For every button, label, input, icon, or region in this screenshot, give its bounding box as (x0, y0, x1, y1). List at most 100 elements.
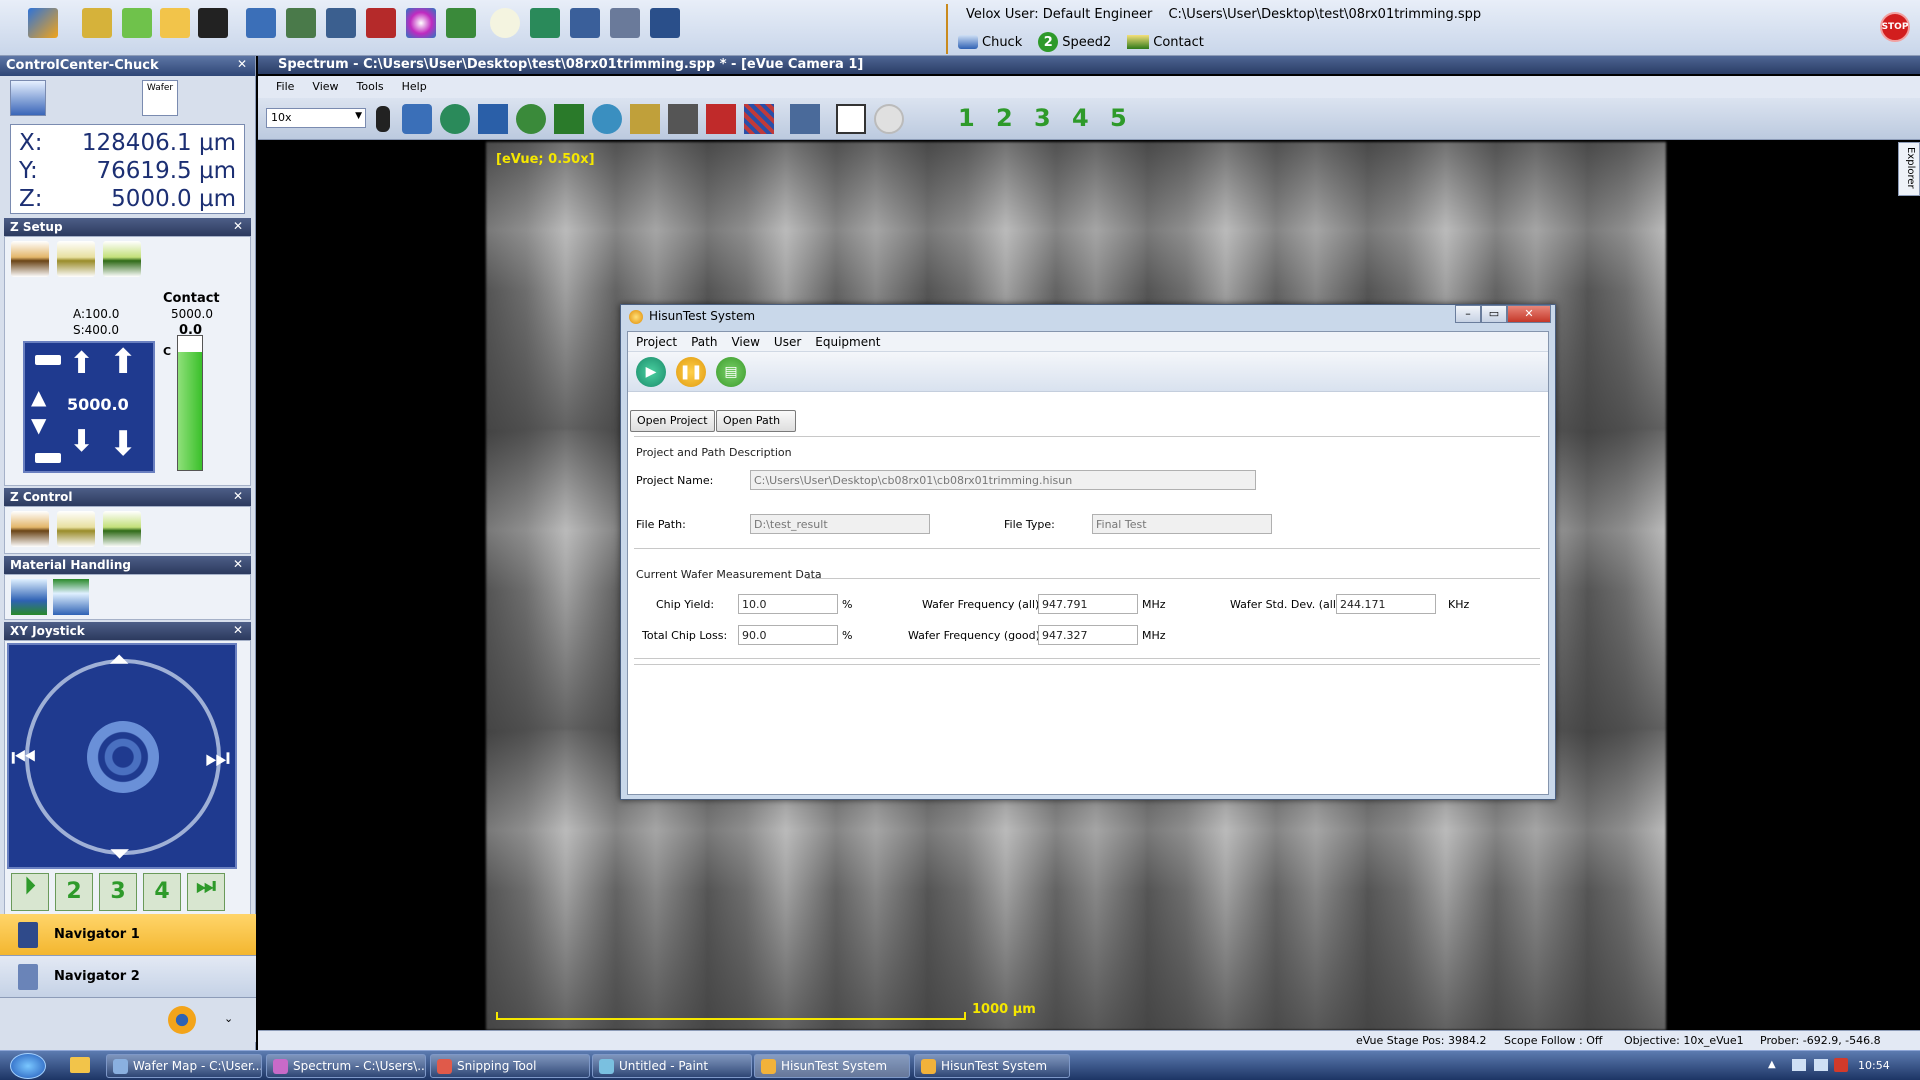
project-name-field[interactable]: C:\Users\User\Desktop\cb08rx01\cb08rx01t… (750, 470, 1256, 490)
preset-4-button[interactable]: 4 (1072, 104, 1089, 132)
light-bulb-icon[interactable] (490, 8, 520, 38)
chevron-down-icon[interactable]: ⌄ (224, 1012, 233, 1025)
close-icon[interactable]: ✕ (233, 219, 243, 233)
taskbar-item-hisun-1[interactable]: HisunTest System (754, 1054, 910, 1078)
home-position-icon[interactable] (478, 104, 508, 134)
window-icon[interactable] (836, 104, 866, 134)
close-icon[interactable]: ✕ (237, 57, 247, 71)
unload-wafer-icon[interactable] (53, 579, 89, 615)
taskbar-item-snipping-tool[interactable]: Snipping Tool (430, 1054, 590, 1078)
z-separation-button[interactable] (11, 511, 49, 547)
joystick-left-icon[interactable]: ⏮ (11, 741, 36, 775)
z-up-fast-icon[interactable]: ⬆ (109, 345, 138, 379)
taskbar-item-spectrum[interactable]: Spectrum - C:\Users\... (266, 1054, 426, 1078)
chart-icon[interactable] (530, 8, 560, 38)
z-up-arrow-icon[interactable]: ⬆ (69, 349, 94, 379)
load-wafer-icon[interactable] (11, 579, 47, 615)
stop-button[interactable]: STOP (1880, 12, 1910, 42)
start-button[interactable] (10, 1053, 46, 1079)
z-up-small-icon[interactable] (35, 453, 61, 463)
pause-button[interactable]: ❚❚ (676, 357, 706, 387)
preset-2-button[interactable]: 2 (996, 104, 1013, 132)
network-icon[interactable] (1814, 1059, 1828, 1071)
navigator-2[interactable]: Navigator 2 (0, 956, 256, 998)
close-icon[interactable]: ✕ (233, 623, 243, 637)
scan-icon[interactable] (592, 104, 622, 134)
xy-joystick-pad[interactable]: ⏶ ⏷ ⏮ ⏭ (7, 643, 237, 869)
menu-equipment[interactable]: Equipment (815, 335, 880, 349)
explorer-tab[interactable]: Explorer (1898, 142, 1920, 196)
new-file-icon[interactable] (122, 8, 152, 38)
speed-button[interactable]: 2 Speed2 (1038, 32, 1111, 52)
flag-icon[interactable] (366, 8, 396, 38)
z-step-up-icon[interactable]: ▲ (31, 385, 46, 409)
zoom-select[interactable]: 10x ▼ (266, 108, 366, 128)
explorer-icon[interactable] (70, 1057, 90, 1073)
home-probe-icon[interactable] (706, 104, 736, 134)
monitor-icon[interactable] (790, 104, 820, 134)
taskbar-item-hisun-2[interactable]: HisunTest System (914, 1054, 1070, 1078)
total-chip-loss-field[interactable]: 90.0 (738, 625, 838, 645)
z-contact-button[interactable] (102, 511, 141, 547)
step-2-button[interactable]: 2 (55, 873, 93, 911)
dialog-title-bar[interactable]: HisunTest System – ▭ ✕ (621, 305, 1555, 329)
open-path-button[interactable]: Open Path (716, 410, 796, 432)
menu-view[interactable]: View (312, 80, 338, 94)
focus-icon[interactable] (402, 104, 432, 134)
freq-good-field[interactable]: 947.327 (1038, 625, 1138, 645)
home-icon[interactable] (28, 8, 58, 38)
maximize-button[interactable]: ▭ (1481, 305, 1507, 323)
menu-view[interactable]: View (731, 335, 759, 349)
lock-icon[interactable] (82, 8, 112, 38)
z-down-fast-icon[interactable]: ⬇ (109, 427, 138, 461)
align-icon[interactable] (446, 8, 476, 38)
gear-icon[interactable] (168, 1006, 196, 1034)
tray-alert-icon[interactable] (1834, 1058, 1848, 1072)
menu-tools[interactable]: Tools (357, 80, 384, 94)
layout-icon[interactable] (246, 8, 276, 38)
preset-5-button[interactable]: 5 (1110, 104, 1127, 132)
z-align-button[interactable] (56, 241, 95, 277)
microscope-icon[interactable] (570, 8, 600, 38)
z-align-button[interactable] (56, 511, 95, 547)
brightness-icon[interactable] (376, 106, 390, 132)
file-path-field[interactable]: D:\test_result (750, 514, 930, 534)
menu-help[interactable]: Help (402, 80, 427, 94)
joystick-up-icon[interactable]: ⏶ (109, 645, 130, 676)
close-icon[interactable]: ✕ (233, 557, 243, 571)
probe-card-icon[interactable] (668, 104, 698, 134)
preset-1-button[interactable]: 1 (958, 104, 975, 132)
play-button[interactable]: ▶ (636, 357, 666, 387)
joystick-right-icon[interactable]: ⏭ (205, 741, 230, 775)
wafer-icon[interactable] (610, 8, 640, 38)
std-dev-field[interactable]: 244.171 (1336, 594, 1436, 614)
navigator-1[interactable]: Navigator 1 (0, 914, 256, 956)
close-icon[interactable]: ✕ (233, 489, 243, 503)
clock[interactable]: 10:54 (1858, 1059, 1890, 1072)
tray-up-icon[interactable]: ▲ (1768, 1059, 1776, 1070)
auto-align-icon[interactable] (554, 104, 584, 134)
chuck-button[interactable]: Chuck (958, 35, 1022, 50)
open-project-button[interactable]: Open Project (630, 410, 715, 432)
z-separation-button[interactable] (11, 241, 49, 277)
save-icon[interactable] (198, 8, 228, 38)
color-wheel-icon[interactable] (406, 8, 436, 38)
taskbar-item-paint[interactable]: Untitled - Paint (592, 1054, 752, 1078)
z-down-small-icon[interactable] (35, 355, 61, 365)
autofocus-icon[interactable] (440, 104, 470, 134)
step-start-icon[interactable]: ⏵ (11, 873, 49, 911)
preset-3-button[interactable]: 3 (1034, 104, 1051, 132)
z-step-down-icon[interactable]: ▼ (31, 413, 46, 437)
freq-all-field[interactable]: 947.791 (1038, 594, 1138, 614)
menu-path[interactable]: Path (691, 335, 717, 349)
chuck-icon[interactable] (630, 104, 660, 134)
wafer-align-icon[interactable] (516, 104, 546, 134)
file-type-field[interactable]: Final Test (1092, 514, 1272, 534)
contact-button[interactable]: Contact (1127, 35, 1204, 50)
z-down-arrow-icon[interactable]: ⬇ (69, 427, 94, 457)
speaker-icon[interactable] (1792, 1059, 1806, 1071)
target-icon[interactable] (874, 104, 904, 134)
joystick-down-icon[interactable]: ⏷ (109, 839, 130, 867)
open-folder-icon[interactable] (160, 8, 190, 38)
chuck-load-icon[interactable] (286, 8, 316, 38)
